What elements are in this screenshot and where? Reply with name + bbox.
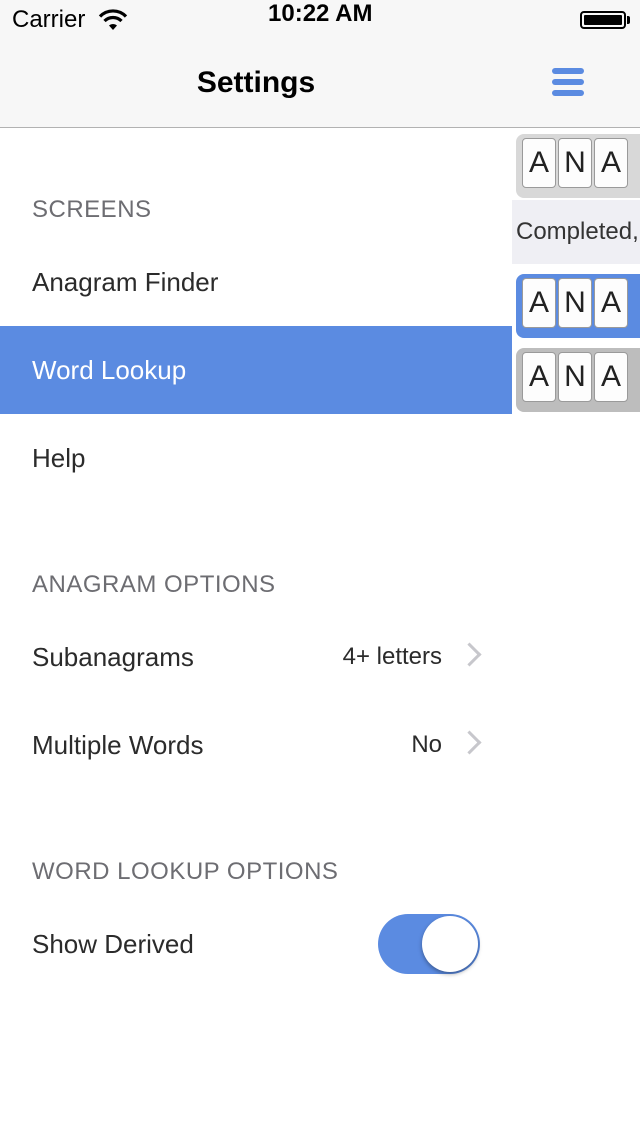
- menu-bar: [552, 79, 584, 85]
- letter-tile: N: [558, 278, 592, 328]
- menu-bar: [552, 90, 584, 96]
- screen: Carrier 10:22 AM Settings SCREENS Anagra…: [0, 0, 640, 1136]
- wifi-icon: [98, 9, 128, 30]
- battery-level: [584, 15, 622, 25]
- toggle-knob: [422, 916, 478, 972]
- word-tile-row[interactable]: ANA: [516, 348, 640, 412]
- battery-cap: [627, 16, 630, 24]
- clock: 10:22 AM: [268, 0, 373, 27]
- setting-label: Multiple Words: [32, 730, 204, 760]
- letter-tile: N: [558, 138, 592, 188]
- settings-drawer: Settings SCREENS Anagram Finder Word Loo…: [0, 0, 512, 1136]
- word-tile-row-selected[interactable]: ANA: [516, 274, 640, 338]
- setting-value: No: [411, 731, 442, 758]
- hamburger-menu-icon[interactable]: [552, 68, 584, 100]
- status-bar: Carrier 10:22 AM: [0, 0, 640, 40]
- menu-item-help[interactable]: Help: [0, 414, 512, 502]
- section-header-screens: SCREENS: [32, 196, 152, 223]
- completed-status-text: Completed, 2: [516, 218, 640, 245]
- chevron-right-icon: [457, 730, 482, 755]
- menu-item-label: Help: [32, 443, 86, 473]
- word-tile-row[interactable]: ANA: [516, 134, 640, 198]
- letter-tile: A: [522, 138, 556, 188]
- letter-tile: A: [522, 278, 556, 328]
- menu-bar: [552, 68, 584, 74]
- setting-value: 4+ letters: [342, 643, 442, 670]
- section-header-word-lookup-options: WORD LOOKUP OPTIONS: [32, 858, 339, 885]
- setting-show-derived: Show Derived: [0, 900, 512, 988]
- setting-label: Subanagrams: [32, 642, 194, 672]
- setting-multiple-words[interactable]: Multiple Words No: [0, 701, 512, 789]
- menu-item-anagram-finder[interactable]: Anagram Finder: [0, 238, 512, 326]
- setting-subanagrams[interactable]: Subanagrams 4+ letters: [0, 613, 512, 701]
- battery-icon: [580, 11, 626, 29]
- letter-tile: A: [594, 138, 628, 188]
- menu-item-label: Word Lookup: [32, 355, 187, 385]
- letter-tile: A: [594, 352, 628, 402]
- show-derived-toggle[interactable]: [378, 914, 480, 974]
- menu-item-label: Anagram Finder: [32, 267, 219, 297]
- section-header-anagram-options: ANAGRAM OPTIONS: [32, 571, 276, 598]
- carrier-label: Carrier: [12, 6, 86, 33]
- page-title: Settings: [196, 66, 316, 99]
- setting-label: Show Derived: [32, 929, 194, 959]
- letter-tile: A: [594, 278, 628, 328]
- letter-tile: N: [558, 352, 592, 402]
- completed-status-band: Completed, 2: [512, 200, 640, 264]
- letter-tile: A: [522, 352, 556, 402]
- menu-item-word-lookup[interactable]: Word Lookup: [0, 326, 512, 414]
- chevron-right-icon: [457, 642, 482, 667]
- main-view: ANA Completed, 2 ANA ANA: [512, 0, 640, 1136]
